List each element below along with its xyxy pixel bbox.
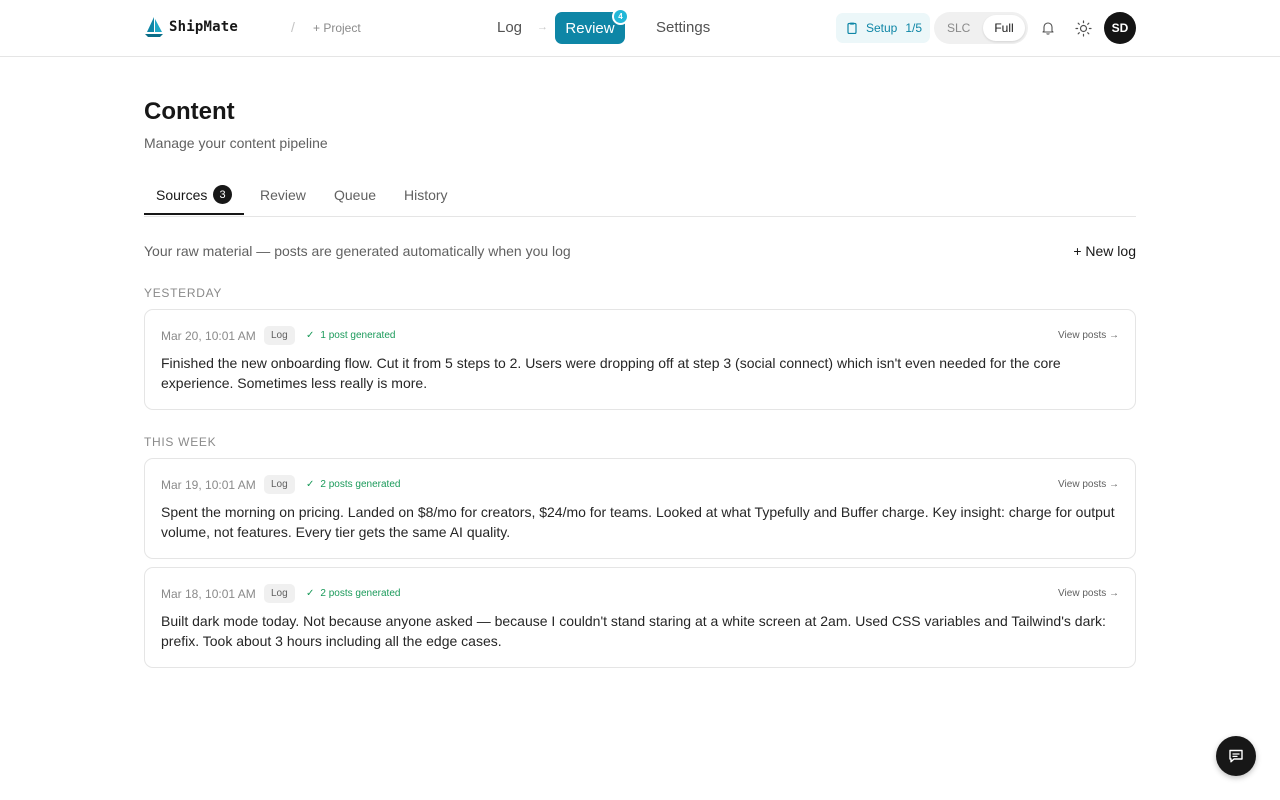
setup-count: 1/5 — [905, 21, 923, 35]
section-label-yesterday: YESTERDAY — [144, 286, 223, 300]
log-text: Spent the morning on pricing. Landed on … — [161, 504, 1115, 540]
log-type-tag: Log — [264, 326, 295, 345]
view-posts-link[interactable]: View posts → — [1058, 479, 1119, 490]
log-type-tag: Log — [264, 475, 295, 494]
nav-settings[interactable]: Settings — [656, 19, 710, 36]
chat-bubble-icon — [1229, 749, 1243, 763]
mode-toggle: SLC Full — [934, 12, 1028, 44]
view-posts-link[interactable]: View posts → — [1058, 588, 1119, 599]
page-title: Content — [144, 98, 235, 125]
log-text: Finished the new onboarding flow. Cut it… — [161, 355, 1061, 391]
log-date: Mar 19, 10:01 AM — [161, 478, 256, 492]
view-posts-link[interactable]: View posts → — [1058, 330, 1119, 341]
nav-log[interactable]: Log — [497, 19, 522, 36]
tab-queue[interactable]: Queue — [334, 187, 376, 203]
check-icon: ✓ — [306, 588, 315, 599]
top-bar: ShipMate / + Project Log → Review 4 Sett… — [0, 0, 1280, 57]
new-log-button[interactable]: + New log — [1073, 243, 1136, 259]
tab-review[interactable]: Review — [260, 187, 306, 203]
check-icon: ✓ — [306, 479, 315, 490]
add-project-button[interactable]: + Project — [313, 21, 361, 35]
log-card[interactable]: Mar 18, 10:01 AM Log ✓ 2 posts generated… — [144, 567, 1136, 668]
log-date: Mar 20, 10:01 AM — [161, 329, 256, 343]
log-card[interactable]: Mar 20, 10:01 AM Log ✓ 1 post generated … — [144, 309, 1136, 410]
breadcrumb-separator: / — [291, 19, 295, 35]
sun-icon[interactable] — [1075, 20, 1092, 37]
sailboat-logo-icon — [145, 17, 163, 37]
tab-sources[interactable]: Sources — [156, 187, 207, 203]
sources-count-badge: 3 — [213, 185, 232, 204]
log-text: Built dark mode today. Not because anyon… — [161, 613, 1106, 649]
section-label-this-week: THIS WEEK — [144, 435, 217, 449]
bell-icon[interactable] — [1040, 20, 1056, 36]
nav-step-arrow: → — [537, 21, 548, 33]
generated-status-text: 2 posts generated — [320, 479, 401, 490]
generated-status: ✓ 1 post generated — [306, 330, 395, 341]
check-icon: ✓ — [306, 330, 315, 341]
user-avatar[interactable]: SD — [1104, 12, 1136, 44]
generated-status: ✓ 2 posts generated — [306, 479, 400, 490]
brand[interactable]: ShipMate — [144, 16, 238, 38]
review-count-badge: 4 — [612, 8, 629, 25]
active-tab-indicator — [144, 213, 244, 215]
chat-button[interactable] — [1216, 736, 1256, 776]
generated-status-text: 1 post generated — [320, 330, 396, 341]
generated-status-text: 2 posts generated — [320, 588, 401, 599]
generated-status: ✓ 2 posts generated — [306, 588, 400, 599]
tab-history[interactable]: History — [404, 187, 448, 203]
mode-option-slc[interactable]: SLC — [947, 21, 970, 35]
app-name: ShipMate — [169, 19, 239, 35]
sources-intro: Your raw material — posts are generated … — [144, 243, 571, 259]
setup-label: Setup — [866, 21, 898, 35]
mode-option-full[interactable]: Full — [983, 15, 1025, 41]
log-card[interactable]: Mar 19, 10:01 AM Log ✓ 2 posts generated… — [144, 458, 1136, 559]
content-tabs: Sources 3 Review Queue History — [144, 176, 1136, 217]
page-subtitle: Manage your content pipeline — [144, 135, 328, 151]
log-date: Mar 18, 10:01 AM — [161, 587, 256, 601]
clipboard-icon — [847, 22, 857, 34]
setup-progress-button[interactable]: Setup 1/5 — [836, 13, 930, 43]
log-type-tag: Log — [264, 584, 295, 603]
